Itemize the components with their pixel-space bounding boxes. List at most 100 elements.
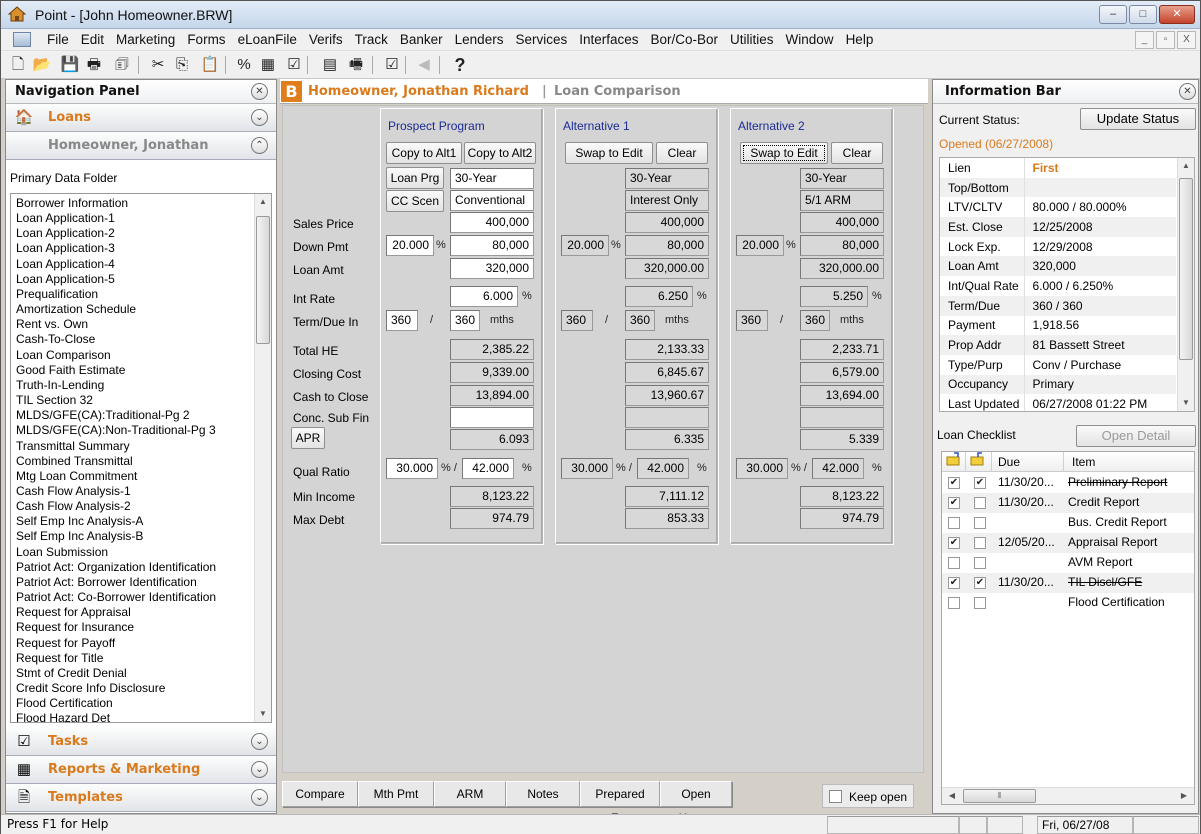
- document-list-item[interactable]: Self Emp Inc Analysis-A: [16, 514, 251, 529]
- open-detail-button[interactable]: Open Detail: [1076, 425, 1196, 447]
- loan-program-field[interactable]: 30-Year: [450, 168, 534, 189]
- copy-icon[interactable]: ⎘: [171, 54, 193, 76]
- scroll-down-arrow-icon[interactable]: ▼: [255, 706, 271, 722]
- document-list-item[interactable]: Combined Transmittal: [16, 454, 251, 469]
- close-icon[interactable]: ✕: [1179, 83, 1196, 100]
- completed-checkbox[interactable]: ✔: [974, 477, 986, 489]
- tab-arm[interactable]: ARM: [434, 781, 506, 807]
- folder-in-icon[interactable]: [966, 452, 992, 472]
- nav-section-reports-marketing[interactable]: ▦ Reports & Marketing ⌄: [6, 756, 276, 784]
- item-column-header[interactable]: Item: [1064, 452, 1194, 472]
- document-window-icon[interactable]: [13, 32, 31, 47]
- conc-sub-fin-field[interactable]: [450, 407, 534, 428]
- new-file-icon[interactable]: 🗋: [7, 54, 29, 76]
- tab-notes[interactable]: Notes: [506, 781, 580, 807]
- task-icon[interactable]: ☑: [381, 54, 403, 76]
- document-list-item[interactable]: MLDS/GFE(CA):Non-Traditional-Pg 3: [16, 423, 251, 438]
- chevron-down-icon[interactable]: ⌄: [251, 733, 268, 750]
- document-list-scrollbar[interactable]: ▲ ▼: [254, 194, 271, 722]
- tab-compare[interactable]: Compare: [282, 781, 358, 807]
- back-arrow-icon[interactable]: ◀: [413, 54, 435, 76]
- loan-amt-field[interactable]: 320,000: [450, 258, 534, 279]
- chevron-down-icon[interactable]: ⌄: [251, 789, 268, 806]
- swap-to-edit-button[interactable]: Swap to Edit: [740, 142, 828, 164]
- menu-help[interactable]: Help: [840, 32, 880, 47]
- nav-section-templates[interactable]: 🗎 Templates ⌄: [6, 784, 276, 812]
- completed-checkbox[interactable]: [974, 557, 986, 569]
- int-rate-field[interactable]: 6.000: [450, 286, 518, 307]
- down-amt-field[interactable]: 80,000: [450, 235, 534, 256]
- scroll-thumb[interactable]: [256, 216, 270, 344]
- checklist-clipboard-icon[interactable]: ☑: [283, 54, 305, 76]
- chevron-down-icon[interactable]: ⌄: [251, 109, 268, 126]
- loans-section[interactable]: 🏠 Loans ⌄: [6, 104, 276, 132]
- menu-verifs[interactable]: Verifs: [303, 32, 349, 47]
- document-list-item[interactable]: Prequalification: [16, 287, 251, 302]
- maximize-button[interactable]: □: [1129, 5, 1157, 24]
- received-checkbox[interactable]: ✔: [948, 477, 960, 489]
- checklist-row[interactable]: ✔ ✔ 11/30/20... Preliminary Report: [942, 473, 1194, 493]
- document-list-item[interactable]: Cash-To-Close: [16, 332, 251, 347]
- document-list-item[interactable]: Patriot Act: Borrower Identification: [16, 575, 251, 590]
- checklist-row[interactable]: Flood Certification: [942, 593, 1194, 613]
- keep-open-checkbox[interactable]: Keep open: [822, 784, 914, 808]
- tab-mth-pmt[interactable]: Mth Pmt: [358, 781, 434, 807]
- document-list-item[interactable]: MLDS/GFE(CA):Traditional-Pg 2: [16, 408, 251, 423]
- checklist-row[interactable]: AVM Report: [942, 553, 1194, 573]
- paste-icon[interactable]: 📋: [199, 54, 221, 76]
- due-field[interactable]: 360: [450, 310, 480, 331]
- checklist-row[interactable]: Bus. Credit Report: [942, 513, 1194, 533]
- document-list-item[interactable]: Loan Application-1: [16, 211, 251, 226]
- menu-utilities[interactable]: Utilities: [724, 32, 780, 47]
- document-list-item[interactable]: Transmittal Summary: [16, 439, 251, 454]
- document-list-item[interactable]: Request for Insurance: [16, 620, 251, 635]
- document-list-item[interactable]: Loan Application-4: [16, 257, 251, 272]
- menu-track[interactable]: Track: [349, 32, 394, 47]
- qual-ratio-back-field[interactable]: 42.000: [462, 458, 514, 479]
- scroll-thumb[interactable]: [1179, 178, 1193, 360]
- received-checkbox[interactable]: ✔: [948, 577, 960, 589]
- scroll-left-arrow-icon[interactable]: ◀: [944, 788, 960, 804]
- menu-window[interactable]: Window: [780, 32, 840, 47]
- document-list-item[interactable]: Loan Application-3: [16, 241, 251, 256]
- close-button[interactable]: ✕: [1159, 5, 1195, 24]
- mdi-restore-button[interactable]: ▫: [1156, 31, 1175, 49]
- menu-interfaces[interactable]: Interfaces: [573, 32, 644, 47]
- swap-to-edit-button[interactable]: Swap to Edit: [565, 142, 653, 164]
- completed-checkbox[interactable]: [974, 497, 986, 509]
- down-pct-field[interactable]: 20.000: [386, 235, 434, 256]
- scroll-up-arrow-icon[interactable]: ▲: [255, 194, 271, 210]
- document-list-item[interactable]: Stmt of Credit Denial: [16, 666, 251, 681]
- menu-lenders[interactable]: Lenders: [449, 32, 510, 47]
- document-list-item[interactable]: Flood Hazard Det: [16, 711, 251, 722]
- document-list-item[interactable]: Borrower Information: [16, 196, 251, 211]
- menu-marketing[interactable]: Marketing: [110, 32, 181, 47]
- print-icon[interactable]: 🖶: [83, 54, 105, 76]
- save-icon[interactable]: 💾: [59, 54, 81, 76]
- document-list-item[interactable]: Request for Payoff: [16, 636, 251, 651]
- document-list-item[interactable]: Cash Flow Analysis-2: [16, 499, 251, 514]
- document-list-item[interactable]: Patriot Act: Organization Identification: [16, 560, 251, 575]
- due-column-header[interactable]: Due: [992, 452, 1064, 472]
- help-icon[interactable]: ?: [449, 54, 471, 76]
- menu-banker[interactable]: Banker: [394, 32, 449, 47]
- checklist-row[interactable]: ✔ 12/05/20... Appraisal Report: [942, 533, 1194, 553]
- document-list-item[interactable]: Loan Application-2: [16, 226, 251, 241]
- nav-section-tasks[interactable]: ☑ Tasks ⌄: [6, 728, 276, 756]
- scroll-up-arrow-icon[interactable]: ▲: [1178, 158, 1194, 174]
- chevron-down-icon[interactable]: ⌄: [251, 761, 268, 778]
- clear-button[interactable]: Clear: [831, 142, 883, 164]
- qual-ratio-front-field[interactable]: 30.000: [386, 458, 438, 479]
- mdi-close-button[interactable]: X: [1177, 31, 1196, 49]
- scroll-right-arrow-icon[interactable]: ▶: [1176, 788, 1192, 804]
- menu-borcobor[interactable]: Bor/Co-Bor: [645, 32, 725, 47]
- minimize-button[interactable]: –: [1099, 5, 1127, 24]
- percent-icon[interactable]: %: [233, 54, 255, 76]
- document-list-item[interactable]: Loan Application-5: [16, 272, 251, 287]
- mdi-minimize-button[interactable]: _: [1135, 31, 1154, 49]
- document-list-item[interactable]: Loan Submission: [16, 545, 251, 560]
- menu-edit[interactable]: Edit: [75, 32, 110, 47]
- apr-button[interactable]: APR: [291, 427, 325, 449]
- completed-checkbox[interactable]: [974, 597, 986, 609]
- update-status-button[interactable]: Update Status: [1080, 108, 1196, 130]
